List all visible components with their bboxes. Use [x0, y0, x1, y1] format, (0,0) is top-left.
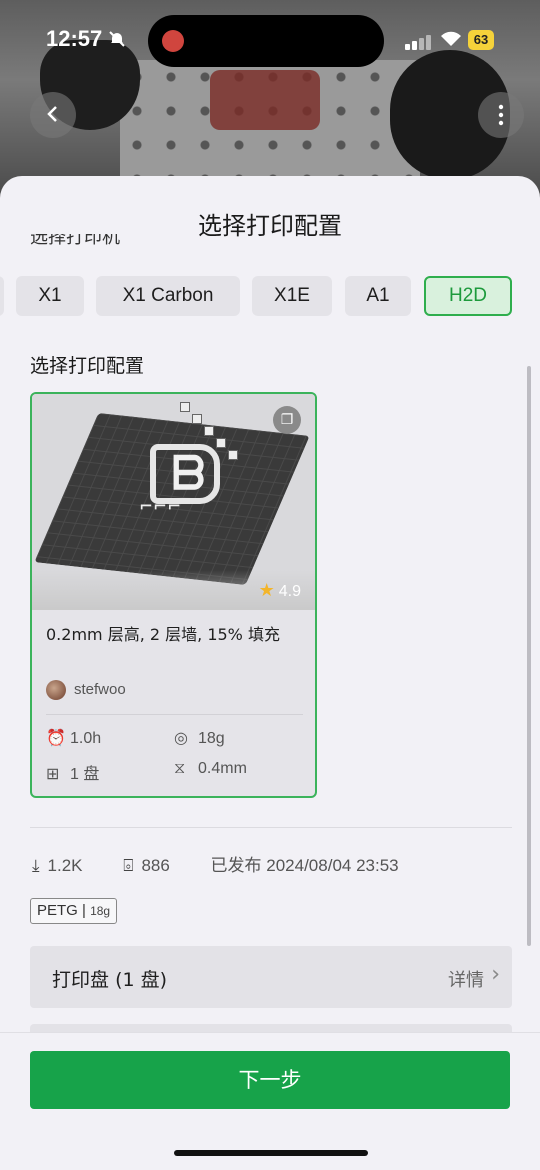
cellular-signal-icon	[405, 32, 433, 50]
filament-spool-icon: ◎	[174, 730, 188, 747]
printer-chip-partial[interactable]	[0, 276, 4, 316]
model-stats: ⤓ 1.2K ⌻ 886 已发布 2024/08/04 23:53	[32, 851, 417, 876]
print-time: ⏰ 1.0h	[46, 730, 102, 747]
plate-settings-icons	[180, 402, 240, 462]
print-count: ⌻ 886	[123, 856, 170, 875]
material-tag: PETG | 18g	[30, 898, 118, 924]
avatar	[46, 680, 66, 700]
dynamic-island	[148, 15, 384, 67]
plate-row-label: 打印盘	[52, 969, 110, 991]
plate-row-detail[interactable]: 详情	[448, 966, 484, 992]
star-icon: ★	[258, 580, 275, 600]
model-pieces: ⌐⌐⌐	[140, 494, 183, 518]
profile-description: 0.2mm 层高, 2 层墙, 15% 填充	[46, 625, 280, 644]
profile-section-title: 选择打印配置	[30, 355, 145, 377]
print-profile-sheet: 选择打印配置 选择打印机 X1 X1 Carbon X1E A1 H2D 选择打…	[0, 176, 540, 1170]
printer-chip-h2d[interactable]: H2D	[424, 276, 512, 316]
status-time: 12:57	[46, 26, 103, 51]
plate-preview-image: ᗷ ⌐⌐⌐ ❐ ★ 4.9	[32, 394, 315, 610]
scan-icon: ⌻	[123, 856, 134, 875]
print-profile-card[interactable]: ᗷ ⌐⌐⌐ ❐ ★ 4.9 0.2mm 层高, 2 层墙, 15% 填充 stef…	[30, 392, 317, 798]
printer-chip-x1-carbon[interactable]: X1 Carbon	[96, 276, 240, 316]
nozzle-icon: ⧖	[174, 760, 186, 777]
publish-date: 已发布 2024/08/04 23:53	[210, 856, 399, 875]
recording-dot-icon	[162, 30, 184, 52]
battery-indicator: 63	[468, 30, 494, 50]
printer-chip-x1[interactable]: X1	[16, 276, 84, 316]
printer-chip-x1e[interactable]: X1E	[252, 276, 332, 316]
printer-section-label: 选择打印机	[30, 234, 120, 248]
printer-chip-a1[interactable]: A1	[345, 276, 411, 316]
copy-icon[interactable]: ❐	[273, 406, 301, 434]
chevron-right-icon: ›	[491, 962, 500, 987]
wifi-icon	[440, 30, 462, 48]
home-indicator[interactable]	[174, 1150, 368, 1156]
rating: ★ 4.9	[258, 580, 301, 600]
status-bar: 12:57 63	[0, 0, 540, 80]
more-button[interactable]	[478, 92, 524, 138]
download-icon: ⤓	[32, 856, 40, 875]
chevron-left-icon	[47, 106, 57, 122]
plate-row-count: (1 盘)	[115, 969, 168, 991]
nozzle-size: ⧖ 0.4mm	[174, 760, 247, 777]
scrollbar[interactable]	[527, 366, 531, 946]
bell-slash-icon	[108, 30, 126, 48]
next-step-button[interactable]: 下一步	[30, 1051, 510, 1109]
printer-chip-list: X1 X1 Carbon X1E A1 H2D	[0, 276, 540, 318]
alarm-clock-icon: ⏰	[46, 730, 66, 747]
download-count: ⤓ 1.2K	[32, 856, 83, 875]
plate-grid-icon: ⊞	[46, 766, 60, 783]
profile-author[interactable]: stefwoo	[46, 680, 126, 702]
plate-count: ⊞ 1 盘	[46, 766, 100, 783]
plate-row[interactable]: 打印盘 (1 盘) 详情 ›	[30, 946, 512, 1008]
filament-weight: ◎ 18g	[174, 730, 225, 747]
more-vertical-icon	[498, 104, 504, 126]
back-button[interactable]	[30, 92, 76, 138]
